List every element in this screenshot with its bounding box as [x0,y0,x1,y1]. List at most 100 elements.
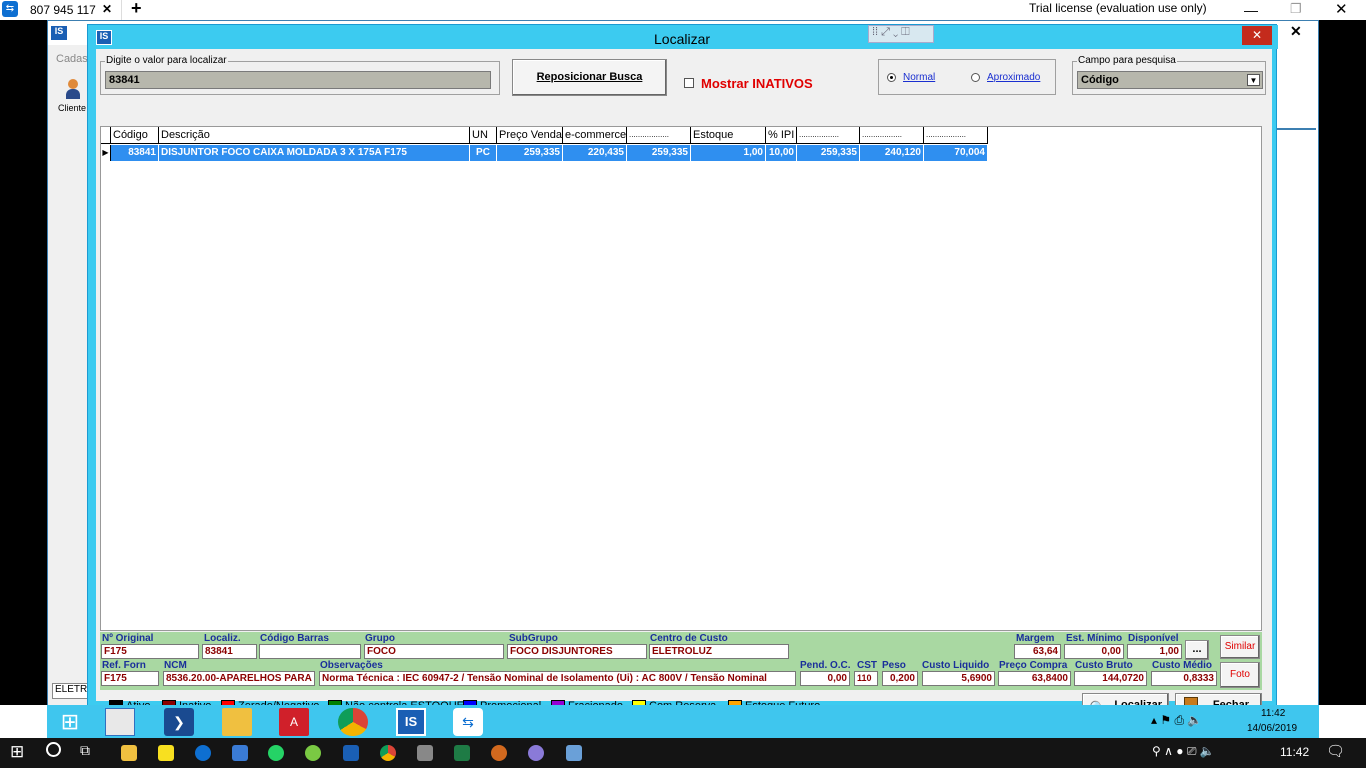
col-header-estoque[interactable]: Estoque [691,127,766,144]
app-icon-5[interactable] [528,745,544,761]
col-header-un[interactable]: UN [470,127,497,144]
close-tab-icon[interactable]: ✕ [102,2,112,16]
field-disponivel[interactable]: 1,00 [1127,644,1182,659]
field-grupo[interactable]: FOCO [364,644,504,659]
foto-button[interactable]: Foto [1220,662,1260,688]
app-icon-4[interactable] [491,745,507,761]
is-app-icon[interactable] [343,745,359,761]
is-app-icon[interactable]: IS [396,708,426,736]
col-header-ecommerce[interactable]: e-commerce [563,127,627,144]
app-icon-1[interactable] [232,745,248,761]
pdf-reader-icon[interactable]: A [279,708,309,736]
local-taskbar: ⊞ ⧉ ⚲ ∧ ● ⎚ 🔈 11:42 🗨 [0,738,1366,768]
cell-blank-4[interactable]: 70,004 [924,145,988,161]
background-field: ELETR [52,683,88,699]
cell-descricao[interactable]: DISJUNTOR FOCO CAIXA MOLDADA 3 X 175A F1… [159,145,470,161]
col-header-preco-venda[interactable]: Preço Venda [497,127,563,144]
restore-icon[interactable]: ❐ [1290,1,1302,17]
field-custo-liquido[interactable]: 5,6900 [922,671,995,686]
col-header-blank-2[interactable]: .................. [797,127,860,144]
cell-blank-2[interactable]: 259,335 [797,145,860,161]
minimize-icon[interactable]: — [1244,2,1258,18]
powershell-icon[interactable]: ❯ [164,708,194,736]
results-grid[interactable]: Código Descrição UN Preço Venda e-commer… [100,126,1262,631]
ellipsis-button[interactable]: ... [1185,640,1209,660]
col-header-ipi[interactable]: % IPI [766,127,797,144]
radio-normal[interactable] [887,73,896,82]
field-n-original[interactable]: F175 [101,644,199,659]
cliente-icon[interactable] [66,79,80,101]
col-header-codigo[interactable]: Código [111,127,159,144]
field-localiz[interactable]: 83841 [202,644,257,659]
field-observacoes[interactable]: Norma Técnica : IEC 60947-2 / Tensão Nom… [319,671,796,686]
cell-un[interactable]: PC [470,145,497,161]
file-explorer-icon[interactable] [222,708,252,736]
label-ref-forn: Ref. Forn [102,660,146,671]
background-close-icon[interactable]: ✕ [1290,23,1302,40]
file-explorer-icon[interactable] [121,745,137,761]
cell-ipi[interactable]: 10,00 [766,145,797,161]
dialog-close-button[interactable]: ✕ [1242,26,1272,45]
field-codigo-barras[interactable] [259,644,361,659]
reposition-button[interactable]: Reposicionar Busca [512,59,667,96]
field-subgrupo[interactable]: FOCO DISJUNTORES [507,644,647,659]
new-tab-icon[interactable]: + [131,0,142,19]
product-info-panel: Nº Original Localiz. Código Barras Grupo… [100,632,1262,690]
field-pend-oc[interactable]: 0,00 [800,671,850,686]
field-ref-forn[interactable]: F175 [101,671,159,686]
cell-codigo[interactable]: 83841 [111,145,159,161]
teamviewer-app-icon[interactable]: ⇆ [453,708,483,736]
cell-ecommerce[interactable]: 220,435 [563,145,627,161]
search-field-select[interactable]: Código ▼ [1077,71,1263,89]
task-view-icon[interactable]: ⧉ [80,742,90,759]
field-peso[interactable]: 0,200 [882,671,918,686]
label-custo-medio: Custo Médio [1152,660,1212,671]
chrome-icon[interactable] [380,745,396,761]
app-icon-6[interactable] [566,745,582,761]
session-tab[interactable]: 807 945 117 ✕ [20,0,122,20]
sticky-app-icon[interactable] [158,745,174,761]
field-est-minimo[interactable]: 0,00 [1064,644,1124,659]
windows-start-icon[interactable]: ⊞ [10,742,24,762]
network-app-icon[interactable] [105,708,135,736]
col-header-blank-1[interactable]: .................. [627,127,691,144]
radio-aproximado-label[interactable]: Aproximado [987,72,1040,83]
search-input[interactable] [105,71,491,89]
background-sidebar: Cadas Cliente ELETR [48,45,88,711]
field-preco-compra[interactable]: 63,8400 [998,671,1071,686]
similar-button[interactable]: Similar [1220,635,1260,659]
field-custo-bruto[interactable]: 144,0720 [1074,671,1147,686]
field-cst[interactable]: 110 [854,671,878,686]
cell-blank-3[interactable]: 240,120 [860,145,924,161]
tray-icons[interactable]: ▴ ⚑ ⎙ 🔈 [1151,713,1202,728]
radio-normal-label[interactable]: Normal [903,72,935,83]
local-tray-icons[interactable]: ⚲ ∧ ● ⎚ 🔈 [1152,744,1215,759]
notification-icon[interactable]: 🗨 [1326,742,1345,760]
window-close-icon[interactable]: ✕ [1335,0,1348,18]
field-centro-custo[interactable]: ELETROLUZ [649,644,789,659]
cell-blank-1[interactable]: 259,335 [627,145,691,161]
chevron-down-icon[interactable]: ▼ [1247,74,1260,86]
teamviewer-icon: ⇆ [2,1,18,17]
background-right-panel [1276,40,1316,130]
whatsapp-icon[interactable] [268,745,284,761]
radio-aproximado[interactable] [971,73,980,82]
col-header-blank-3[interactable]: .................. [860,127,924,144]
windows-start-icon[interactable]: ⊞ [55,708,85,736]
field-margem[interactable]: 63,64 [1014,644,1061,659]
chrome-icon[interactable] [338,708,368,736]
excel-icon[interactable] [454,745,470,761]
teamviewer-remote-toolbar[interactable]: ⁞⁞ ⤢ ⌄ ◫ [868,25,934,43]
teamviewer-icon[interactable] [195,745,211,761]
col-header-blank-4[interactable]: .................. [924,127,988,144]
show-inactive-checkbox[interactable] [684,78,694,88]
col-header-descricao[interactable]: Descrição [159,127,470,144]
search-icon[interactable] [46,742,61,757]
app-icon-2[interactable] [305,745,321,761]
cell-estoque[interactable]: 1,00 [691,145,766,161]
field-custo-medio[interactable]: 0,8333 [1151,671,1217,686]
cell-preco-venda[interactable]: 259,335 [497,145,563,161]
cadastro-label: Cadas [56,53,88,65]
field-ncm[interactable]: 8536.20.00-APARELHOS PARA I [163,671,315,686]
app-icon-3[interactable] [417,745,433,761]
